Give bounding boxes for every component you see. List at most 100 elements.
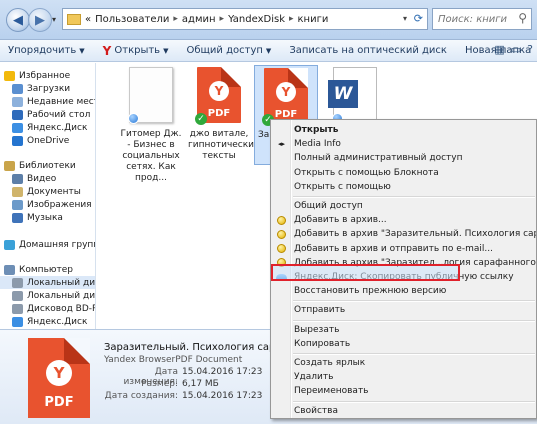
menu-item[interactable]: Отправить <box>272 303 536 317</box>
breadcrumb-yandexdisk[interactable]: YandexDisk <box>228 14 285 25</box>
file-item-vitale[interactable]: Y PDF ✓ джо витале, гипнотические тексты <box>187 65 260 162</box>
navigation-pane: Избранное Загрузки Недавние места Рабочий с… <box>0 63 96 329</box>
sidebar-item[interactable]: Яндекс.Диск <box>0 315 95 328</box>
back-button[interactable]: ◀ <box>6 8 30 32</box>
address-bar[interactable]: « Пользователи ▸ админ ▸ YandexDisk ▸ кн… <box>62 8 428 30</box>
menu-item[interactable]: Свойства <box>272 404 536 418</box>
menu-item-label: Восстановить прежнюю версию <box>294 286 447 297</box>
menu-item[interactable]: Вырезать <box>272 323 536 337</box>
sidebar-item-label: OneDrive <box>27 135 70 146</box>
archive-icon <box>272 215 291 225</box>
sidebar-item[interactable]: Локальный диск <box>0 289 95 302</box>
sidebar-item[interactable]: Локальный диск <box>0 276 95 289</box>
chevron-down-icon[interactable]: ▾ <box>403 14 407 23</box>
menu-item-label: Добавить в архив... <box>294 215 387 226</box>
sidebar-item[interactable]: Изображения <box>0 198 95 211</box>
sidebar-item[interactable]: Компьютер <box>0 263 95 276</box>
menu-item-label: Добавить в архив и отправить по e-mail..… <box>294 243 493 254</box>
music-icon <box>12 212 23 223</box>
sidebar-item-label: Документы <box>27 186 81 197</box>
archive-icon <box>272 229 291 239</box>
refresh-icon[interactable]: ⟳ <box>414 12 423 25</box>
sidebar-item[interactable]: Яндекс.Диск <box>0 121 95 134</box>
sidebar-item[interactable]: OneDrive <box>0 134 95 147</box>
breadcrumb-overflow[interactable]: « <box>85 14 91 25</box>
search-input[interactable]: Поиск: книги ⚲ <box>432 8 532 30</box>
command-toolbar: Упорядочить ▼ Y Открыть ▼ Общий доступ ▼ Зап… <box>0 40 537 62</box>
open-button[interactable]: Y Открыть ▼ <box>103 44 169 58</box>
sidebar-item-label: Изображения <box>27 199 92 210</box>
preview-pane-icon[interactable]: ▭ <box>511 43 521 56</box>
menu-item[interactable]: Открыть с помощью <box>272 180 536 194</box>
menu-item[interactable]: Открыть с помощью Блокнота <box>272 166 536 180</box>
menu-item[interactable]: Полный административный доступ <box>272 151 536 165</box>
breadcrumb-users[interactable]: Пользователи <box>95 14 169 25</box>
file-item-gitomer[interactable]: Гитомер Дж. - Бизнес в социальных сетях.… <box>119 65 183 184</box>
chevron-right-icon[interactable]: ▸ <box>173 14 178 24</box>
chevron-right-icon[interactable]: ▸ <box>220 14 225 24</box>
organize-button[interactable]: Упорядочить ▼ <box>8 45 85 56</box>
menu-item-label: Открыть <box>294 125 339 135</box>
menu-item[interactable]: Копировать <box>272 337 536 351</box>
pdf-label: PDF <box>44 395 74 410</box>
file-item-word[interactable]: W <box>323 65 387 124</box>
help-icon[interactable]: ? <box>527 43 533 56</box>
breadcrumb-admin[interactable]: админ <box>182 14 216 25</box>
computer-icon <box>4 264 15 275</box>
sidebar-item[interactable]: Видео <box>0 172 95 185</box>
recent-places-icon <box>12 96 23 107</box>
documents-icon <box>12 186 23 197</box>
menu-item[interactable]: Добавить в архив "Заразительный. Психоло… <box>272 227 536 241</box>
sidebar-item[interactable]: Избранное <box>0 69 95 82</box>
menu-item-label: Добавить в архив "Заразительный. Психоло… <box>294 229 536 240</box>
sidebar-item[interactable]: Музыка <box>0 211 95 224</box>
sidebar-item[interactable]: Рабочий стол <box>0 108 95 121</box>
pdf-icon: Y PDF ✓ <box>195 67 241 125</box>
chevron-down-icon: ▼ <box>163 46 169 55</box>
view-options-icon[interactable]: ▦ <box>494 43 504 56</box>
sidebar-item[interactable]: Домашняя группа <box>0 238 95 251</box>
video-icon <box>12 173 23 184</box>
sidebar-item-label: Яндекс.Диск <box>27 122 88 133</box>
sidebar-item[interactable]: Дисковод BD-RO <box>0 302 95 315</box>
breadcrumb-books[interactable]: книги <box>298 14 329 25</box>
menu-item-label: Полный административный доступ <box>294 153 463 164</box>
menu-item[interactable]: Общий доступ <box>272 199 536 213</box>
sidebar-item[interactable]: Библиотеки <box>0 159 95 172</box>
chevron-right-icon[interactable]: ▸ <box>289 14 294 24</box>
menu-item[interactable]: Добавить в архив... <box>272 213 536 227</box>
menu-item-label: Общий доступ <box>294 201 363 211</box>
recent-pages-dropdown[interactable]: ▾ <box>52 15 56 24</box>
menu-item[interactable]: Переименовать <box>272 384 536 398</box>
menu-item[interactable]: ◂▸ Media Info <box>272 137 536 151</box>
forward-button[interactable]: ▶ <box>28 8 52 32</box>
menu-item[interactable]: Удалить <box>272 370 536 384</box>
menu-item-label: Отправить <box>294 305 346 316</box>
sidebar-item[interactable]: Загрузки <box>0 82 95 95</box>
sidebar-item-label: Недавние места <box>27 96 95 107</box>
share-button[interactable]: Общий доступ ▼ <box>186 45 271 56</box>
media-info-icon: ◂▸ <box>277 140 286 149</box>
menu-separator <box>293 319 535 322</box>
menu-item-label: Свойства <box>294 405 338 416</box>
sidebar-item-label: Яндекс.Диск <box>27 316 88 327</box>
sidebar-item[interactable]: Недавние места <box>0 95 95 108</box>
file-name: джо витале, гипнотические тексты <box>188 129 260 161</box>
synced-check-icon: ✓ <box>195 113 207 125</box>
local-disk-icon <box>12 277 23 288</box>
sync-status-icon <box>128 113 139 124</box>
yandex-pdf-logo: Y <box>46 360 72 386</box>
sidebar-item-label: Рабочий стол <box>27 109 91 120</box>
pdf-icon: Y PDF ✓ <box>262 68 308 126</box>
sidebar-item-label: Видео <box>27 173 57 184</box>
document-thumbnail <box>128 67 173 124</box>
sidebar-item[interactable]: Документы <box>0 185 95 198</box>
burn-disc-button[interactable]: Записать на оптический диск <box>289 45 447 56</box>
menu-item[interactable]: Создать ярлык <box>272 356 536 370</box>
menu-separator <box>293 196 535 198</box>
menu-item[interactable]: Восстановить прежнюю версию <box>272 284 536 298</box>
menu-item-label: Создать ярлык <box>294 358 366 368</box>
search-placeholder: Поиск: книги <box>438 13 508 25</box>
menu-item[interactable]: Добавить в архив и отправить по e-mail..… <box>272 242 536 256</box>
menu-item[interactable]: Открыть <box>272 123 536 137</box>
